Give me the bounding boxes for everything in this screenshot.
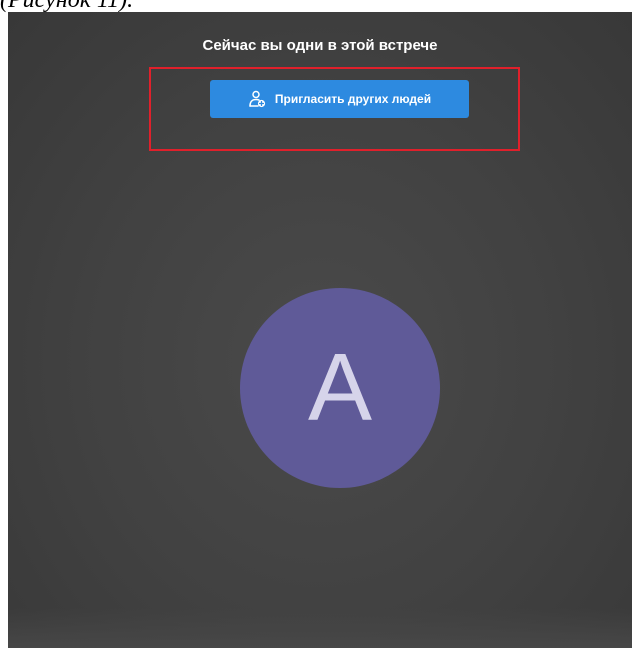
meeting-stage: Сейчас вы одни в этой встрече Пригласить… xyxy=(8,12,632,648)
avatar-initial: A xyxy=(307,334,373,441)
invite-people-button[interactable]: Пригласить других людей xyxy=(210,80,469,118)
participant-avatar: A xyxy=(240,288,440,488)
add-person-icon xyxy=(248,90,266,108)
bottom-toolbar-area xyxy=(8,608,632,648)
alone-status-message: Сейчас вы одни в этой встрече xyxy=(202,37,438,54)
invite-people-label: Пригласить других людей xyxy=(274,92,432,106)
